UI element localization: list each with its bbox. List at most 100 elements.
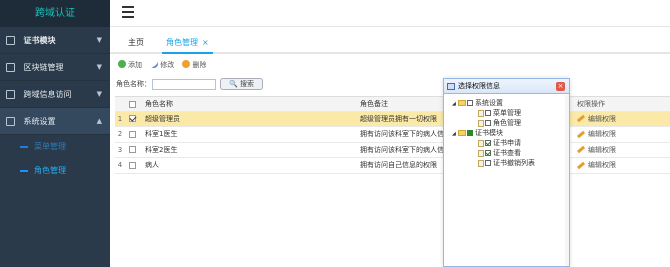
add-label: 添加 <box>128 61 142 69</box>
dialog-header[interactable]: 选择权限信息 × <box>444 79 569 94</box>
tree-checkbox[interactable] <box>485 150 491 156</box>
search-button[interactable]: 🔍 搜索 <box>220 78 263 90</box>
role-table: 角色名称 角色备注 权限操作 1 超级管理员 超级管理员拥有一切权限 编辑权限 … <box>115 96 670 174</box>
edit-permission-link[interactable]: 编辑权限 <box>577 112 667 127</box>
sidebar-item-label: 跨域信息访问 <box>23 90 72 99</box>
role-note: 拥有访问该科室下的病人信 <box>360 145 444 154</box>
tree-node-label: 证书申请 <box>493 139 521 147</box>
edit-permission-label: 编辑权限 <box>588 145 616 154</box>
tree-node[interactable]: 证书撤销列表 <box>452 158 569 168</box>
sidebar-item-label: 系统设置 <box>23 117 56 126</box>
row-checkbox[interactable] <box>129 127 139 142</box>
file-icon <box>478 109 484 117</box>
tab-role-management[interactable]: 角色管理 × <box>162 33 213 54</box>
tree-node-label: 证书查看 <box>493 149 521 157</box>
search-button-label: 搜索 <box>239 80 254 88</box>
tree-checkbox[interactable] <box>485 110 491 116</box>
sidebar-item-label: 区块链管理 <box>23 63 64 72</box>
sidebar-subitem-menu[interactable]: 菜单管理 <box>0 135 110 159</box>
row-number: 2 <box>117 130 123 138</box>
add-button[interactable]: 添加 <box>118 60 142 70</box>
tree-node[interactable]: 证书查看 <box>452 148 569 158</box>
edit-permission-link[interactable]: 编辑权限 <box>577 127 667 142</box>
tree-checkbox[interactable] <box>485 140 491 146</box>
toolbar: 添加 修改 删除 <box>118 58 212 72</box>
table-row[interactable]: 3 科室2医生 拥有访问该科室下的病人信 编辑权限 <box>115 143 670 158</box>
tree-node[interactable]: ◢ 证书模块 <box>452 128 569 138</box>
pencil-icon <box>577 114 586 123</box>
row-number: 4 <box>117 161 123 169</box>
sidebar-item-crossdomain[interactable]: 跨域信息访问 ▼ <box>0 81 110 108</box>
role-name: 超级管理员 <box>145 114 180 123</box>
close-icon[interactable]: × <box>556 82 565 91</box>
tree-checkbox[interactable] <box>485 120 491 126</box>
menu-toggle-icon[interactable] <box>122 6 134 18</box>
chevron-down-icon: ▼ <box>96 36 102 44</box>
folder-icon <box>458 130 466 136</box>
row-checkbox[interactable] <box>129 112 139 127</box>
table-header: 角色名称 角色备注 权限操作 <box>115 96 670 112</box>
pencil-icon <box>577 161 586 169</box>
delete-button[interactable]: 删除 <box>182 60 206 70</box>
window-icon <box>6 117 15 126</box>
role-name-input[interactable] <box>152 78 216 90</box>
role-note: 超级管理员拥有一切权限 <box>360 114 437 123</box>
search-label: 角色名称： <box>116 80 151 88</box>
tab-bar: 主页 角色管理 × <box>110 33 670 54</box>
pencil-icon <box>577 130 586 138</box>
select-all-checkbox[interactable] <box>129 97 139 112</box>
sidebar: 跨域认证 证书模块 ▼ 区块链管理 ▼ 跨域信息访问 ▼ 系统设置 ▲ 菜单管理… <box>0 0 110 267</box>
tree-node[interactable]: 证书申请 <box>452 138 569 148</box>
header-name: 角色名称 <box>145 100 173 108</box>
tree-checkbox[interactable] <box>485 160 491 166</box>
chevron-down-icon: ▼ <box>96 90 102 98</box>
delete-label: 删除 <box>192 61 207 69</box>
pencil-icon <box>148 58 160 70</box>
tree-node-label: 菜单管理 <box>493 109 521 117</box>
row-number: 3 <box>117 145 123 154</box>
file-icon <box>478 149 484 157</box>
scrollbar[interactable] <box>565 95 569 266</box>
role-name: 科室1医生 <box>145 130 178 138</box>
search-row: 角色名称： 🔍 搜索 <box>116 78 263 90</box>
window-icon <box>447 83 455 90</box>
window-icon <box>6 90 15 99</box>
tree-node[interactable]: ◢ 系统设置 <box>452 98 569 108</box>
role-name: 病人 <box>145 161 159 169</box>
dash-icon <box>20 145 28 148</box>
sidebar-item-settings[interactable]: 系统设置 ▲ <box>0 108 110 135</box>
tree-checkbox[interactable] <box>467 130 473 136</box>
edit-label: 修改 <box>160 61 175 69</box>
tree-node[interactable]: 角色管理 <box>452 118 569 128</box>
edit-button[interactable]: 修改 <box>148 58 175 70</box>
sidebar-subitem-role[interactable]: 角色管理 <box>0 159 110 183</box>
tree-node-label: 证书撤销列表 <box>493 159 535 167</box>
edit-permission-link[interactable]: 编辑权限 <box>577 158 667 173</box>
sidebar-item-certificate[interactable]: 证书模块 ▼ <box>0 27 110 54</box>
dash-icon <box>20 169 28 172</box>
row-checkbox[interactable] <box>129 158 139 173</box>
file-icon <box>478 119 484 127</box>
chevron-down-icon: ▼ <box>96 63 102 71</box>
row-number: 1 <box>117 114 123 123</box>
delete-icon <box>182 60 191 68</box>
permission-tree: ◢ 系统设置 菜单管理 角色管理 ◢ 证书模块 证书申请 证书查看 证书撤销列表 <box>444 94 569 168</box>
tree-node[interactable]: 菜单管理 <box>452 108 569 118</box>
table-row[interactable]: 1 超级管理员 超级管理员拥有一切权限 编辑权限 <box>115 111 670 127</box>
tree-node-label: 证书模块 <box>475 129 503 137</box>
edit-permission-link[interactable]: 编辑权限 <box>577 143 667 158</box>
row-checkbox[interactable] <box>129 143 139 158</box>
tree-checkbox[interactable] <box>467 100 473 106</box>
role-note: 拥有访问自己信息的权限 <box>360 161 437 169</box>
close-icon[interactable]: × <box>202 38 209 47</box>
sidebar-item-blockchain[interactable]: 区块链管理 ▼ <box>0 54 110 81</box>
table-row[interactable]: 2 科室1医生 拥有访问该科室下的病人信 编辑权限 <box>115 127 670 143</box>
tree-node-label: 角色管理 <box>493 119 521 127</box>
sidebar-subitem-label: 角色管理 <box>34 166 66 175</box>
folder-icon <box>458 100 466 106</box>
header-op: 权限操作 <box>577 100 605 108</box>
tab-home[interactable]: 主页 <box>128 33 144 54</box>
pencil-icon <box>577 145 586 154</box>
table-row[interactable]: 4 病人 拥有访问自己信息的权限 编辑权限 <box>115 158 670 174</box>
sidebar-item-label: 证书模块 <box>23 36 56 45</box>
